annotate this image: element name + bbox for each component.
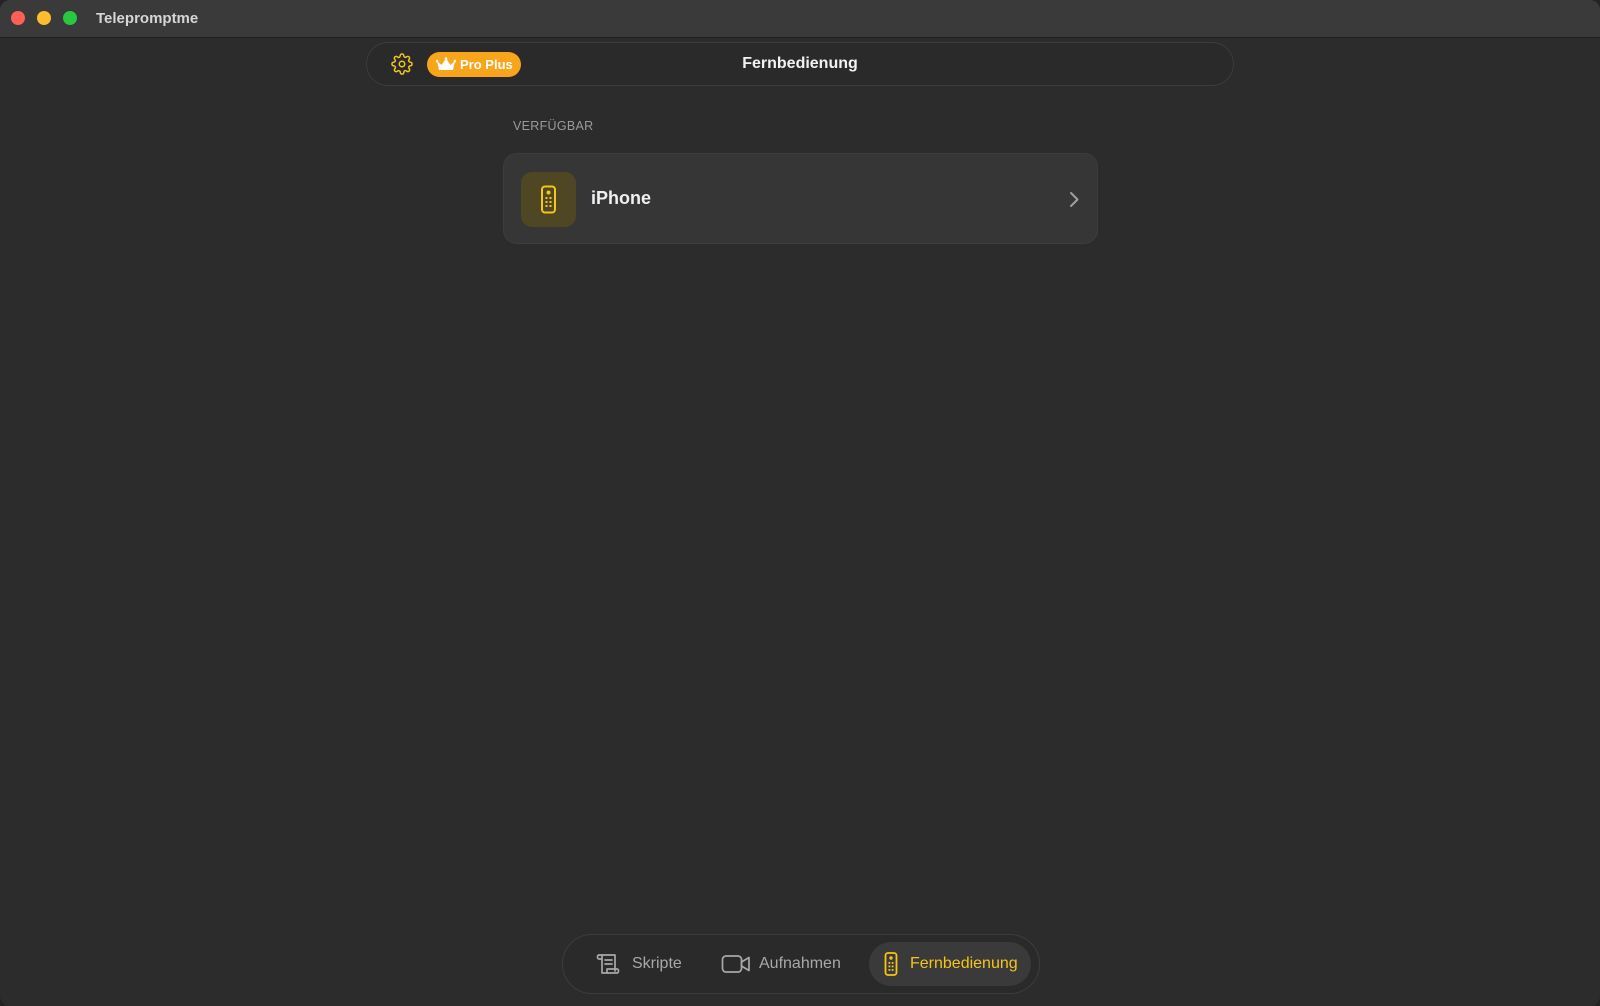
tab-recordings[interactable]: Aufnahmen <box>707 942 855 986</box>
tab-remote-control-label: Fernbedienung <box>910 955 1018 972</box>
close-window-button[interactable] <box>11 11 25 25</box>
chevron-right-icon <box>1070 192 1079 207</box>
tab-scripts-label: Skripte <box>632 955 682 972</box>
bottom-tab-bar: Skripte Aufnahmen Fernbedienung <box>562 934 1040 994</box>
tab-scripts[interactable]: Skripte <box>581 942 697 986</box>
section-label-available: VERFÜGBAR <box>513 119 594 133</box>
video-camera-icon <box>721 955 750 973</box>
tab-recordings-label: Aufnahmen <box>759 955 841 972</box>
zoom-window-button[interactable] <box>63 11 77 25</box>
top-header: Pro Plus Fernbedienung <box>366 42 1234 86</box>
device-icon-container <box>521 172 576 227</box>
title-bar: Telepromptme <box>0 0 1600 38</box>
device-name: iPhone <box>591 188 652 208</box>
remote-control-icon <box>541 185 556 214</box>
app-window: Telepromptme Pro Plus Fernbedienung VERF… <box>0 0 1600 1006</box>
page-title: Fernbedienung <box>742 55 858 72</box>
minimize-window-button[interactable] <box>37 11 51 25</box>
script-icon <box>596 954 620 974</box>
remote-control-icon <box>884 952 898 976</box>
app-title: Telepromptme <box>96 10 199 27</box>
tab-remote-control[interactable]: Fernbedienung <box>869 942 1031 986</box>
device-row-iphone[interactable]: iPhone <box>503 153 1098 244</box>
